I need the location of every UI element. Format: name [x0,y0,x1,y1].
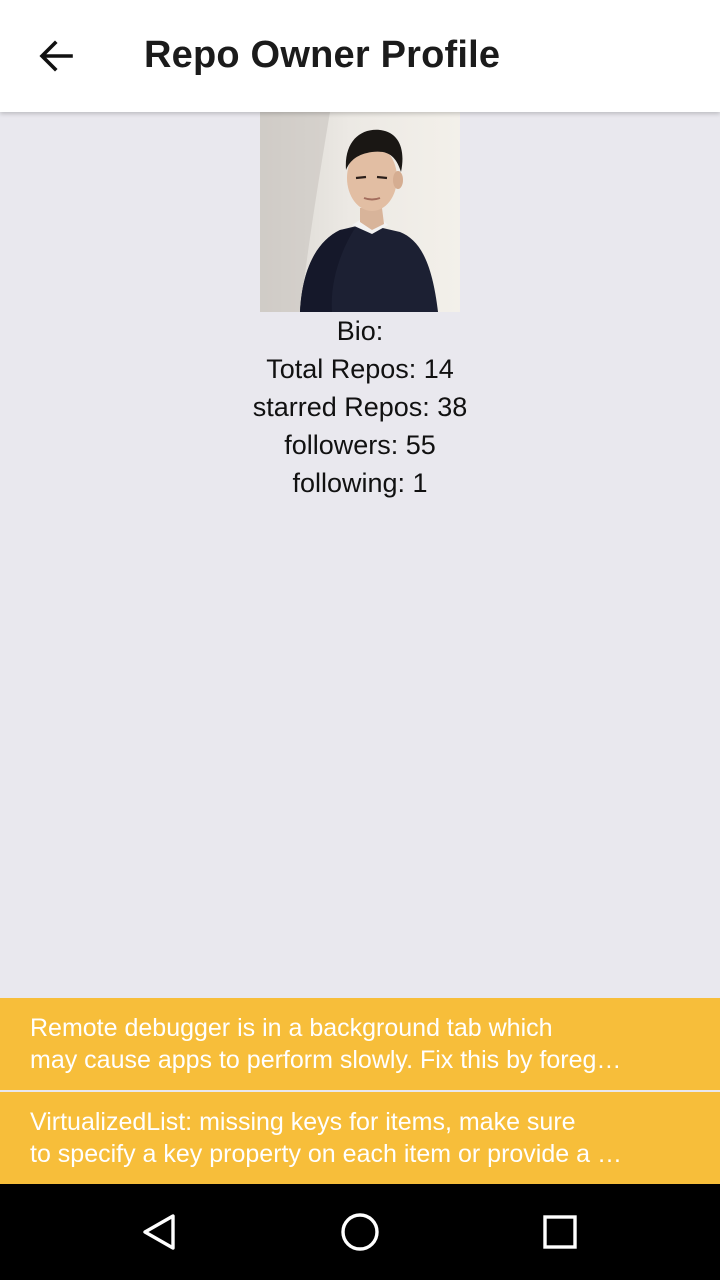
square-recents-icon [543,1215,577,1249]
following-text: following: 1 [292,468,428,498]
yellowbox-warning-debugger[interactable]: Remote debugger is in a background tab w… [0,998,720,1090]
circle-home-icon [341,1213,379,1251]
yellowbox-warning-virtualizedlist[interactable]: VirtualizedList: missing keys for items,… [0,1092,720,1184]
total-repos-text: Total Repos: 14 [266,354,454,384]
app-header: Repo Owner Profile [0,0,720,112]
back-button[interactable] [24,28,88,84]
followers-text: followers: 55 [284,430,436,460]
page-title: Repo Owner Profile [144,34,501,76]
nav-recents-button[interactable] [524,1200,596,1264]
nav-back-button[interactable] [124,1200,196,1264]
avatar-photo [260,112,438,312]
starred-repos-text: starred Repos: 38 [252,392,468,422]
profile-content: Bio: Total Repos: 14 starred Repos: 38 f… [0,112,720,998]
warning-line: VirtualizedList: missing keys for items,… [30,1108,576,1136]
arrow-left-icon [39,40,73,72]
bio-text: Bio: [336,316,384,346]
warning-line: to specify a key property on each item o… [30,1140,622,1168]
profile-stats: Bio: Total Repos: 14 starred Repos: 38 f… [0,312,720,502]
warning-line: may cause apps to perform slowly. Fix th… [30,1046,622,1074]
warning-line: Remote debugger is in a background tab w… [30,1014,553,1042]
triangle-back-icon [143,1214,175,1250]
app-screen: Repo Owner Profile Bio: Total Repos: 14 … [0,0,720,1280]
avatar [260,112,460,312]
nav-home-button[interactable] [324,1200,396,1264]
system-navigation-bar [0,1184,720,1280]
